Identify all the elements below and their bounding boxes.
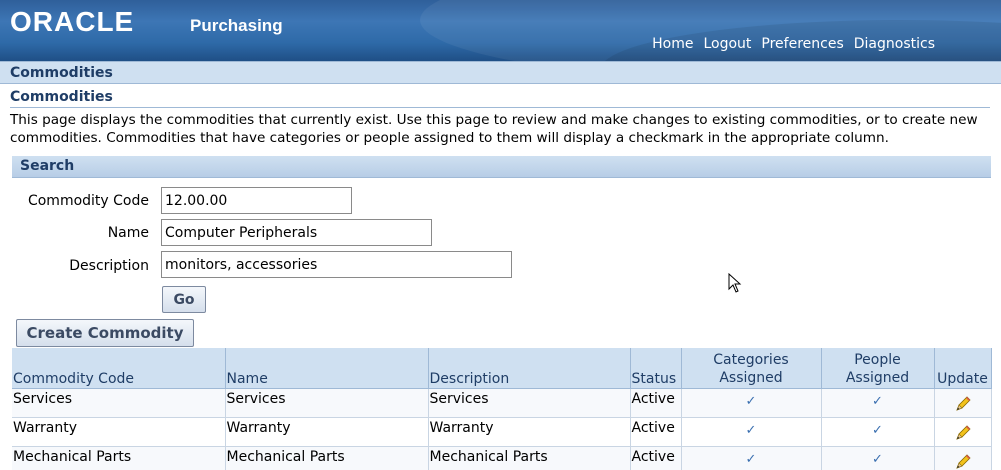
table-row: Services Services Services Active ✓ ✓ — [12, 388, 992, 418]
cell-people-assigned: ✓ — [821, 446, 935, 470]
description-label: Description — [69, 258, 149, 274]
app-name: Purchasing — [190, 16, 283, 35]
cell-people-assigned: ✓ — [821, 417, 935, 447]
cell-status: Active — [630, 446, 682, 470]
cell-name: Services — [225, 388, 429, 418]
checkmark-icon: ✓ — [745, 451, 757, 467]
search-region: Commodity Code Name Description Go — [12, 178, 991, 316]
name-input[interactable] — [161, 219, 432, 246]
column-header-update: Update — [934, 348, 992, 389]
checkmark-icon: ✓ — [872, 393, 883, 409]
preferences-link[interactable]: Preferences — [761, 36, 843, 52]
name-label: Name — [107, 225, 149, 241]
checkmark-icon: ✓ — [872, 422, 883, 438]
page-instructions: This page displays the commodities that … — [10, 112, 978, 146]
column-header-description[interactable]: Description — [428, 348, 631, 389]
cell-categories-assigned: ✓ — [681, 446, 822, 470]
column-header-status[interactable]: Status — [630, 348, 682, 389]
cell-description: Services — [428, 388, 631, 418]
checkmark-icon: ✓ — [745, 422, 757, 438]
cell-name: Mechanical Parts — [225, 446, 429, 470]
cell-name: Warranty — [225, 417, 429, 447]
checkmark-icon: ✓ — [872, 451, 883, 467]
pencil-icon[interactable] — [954, 453, 972, 470]
checkmark-icon: ✓ — [745, 393, 757, 409]
cell-update — [934, 388, 992, 418]
table-header-row: Commodity Code Name Description Status C… — [12, 348, 992, 389]
pencil-icon[interactable] — [954, 424, 972, 442]
pencil-icon[interactable] — [954, 395, 972, 413]
app-header: ORACLE Purchasing Home Logout Preference… — [0, 0, 1001, 61]
cell-people-assigned: ✓ — [821, 388, 935, 418]
cell-categories-assigned: ✓ — [681, 388, 822, 418]
go-button[interactable]: Go — [162, 286, 206, 313]
cell-description: Warranty — [428, 417, 631, 447]
commodities-table: Commodity Code Name Description Status C… — [12, 348, 992, 470]
column-header-categories-assigned[interactable]: Categories Assigned — [681, 348, 822, 389]
oracle-logo: ORACLE — [10, 6, 135, 37]
cell-commodity-code: Mechanical Parts — [12, 446, 226, 470]
global-links: Home Logout Preferences Diagnostics — [652, 36, 935, 52]
cell-commodity-code: Warranty — [12, 417, 226, 447]
home-link[interactable]: Home — [652, 36, 693, 52]
commodity-code-input[interactable] — [161, 187, 352, 214]
search-section-header: Search — [12, 156, 991, 178]
logout-link[interactable]: Logout — [703, 36, 751, 52]
diagnostics-link[interactable]: Diagnostics — [854, 36, 935, 52]
column-header-name[interactable]: Name — [225, 348, 429, 389]
column-header-commodity-code[interactable]: Commodity Code — [12, 348, 226, 389]
create-commodity-button[interactable]: Create Commodity — [16, 319, 194, 347]
column-header-people-assigned[interactable]: People Assigned — [821, 348, 935, 389]
breadcrumb: Commodities — [0, 61, 1001, 84]
commodity-code-label: Commodity Code — [27, 193, 149, 209]
cell-update — [934, 446, 992, 470]
cell-status: Active — [630, 417, 682, 447]
table-row: Mechanical Parts Mechanical Parts Mechan… — [12, 446, 992, 470]
table-row: Warranty Warranty Warranty Active ✓ ✓ — [12, 417, 992, 447]
mouse-cursor-icon — [728, 273, 742, 293]
page-title: Commodities — [10, 89, 990, 108]
cell-update — [934, 417, 992, 447]
description-input[interactable] — [161, 251, 512, 278]
cell-description: Mechanical Parts — [428, 446, 631, 470]
cell-commodity-code: Services — [12, 388, 226, 418]
cell-status: Active — [630, 388, 682, 418]
cell-categories-assigned: ✓ — [681, 417, 822, 447]
